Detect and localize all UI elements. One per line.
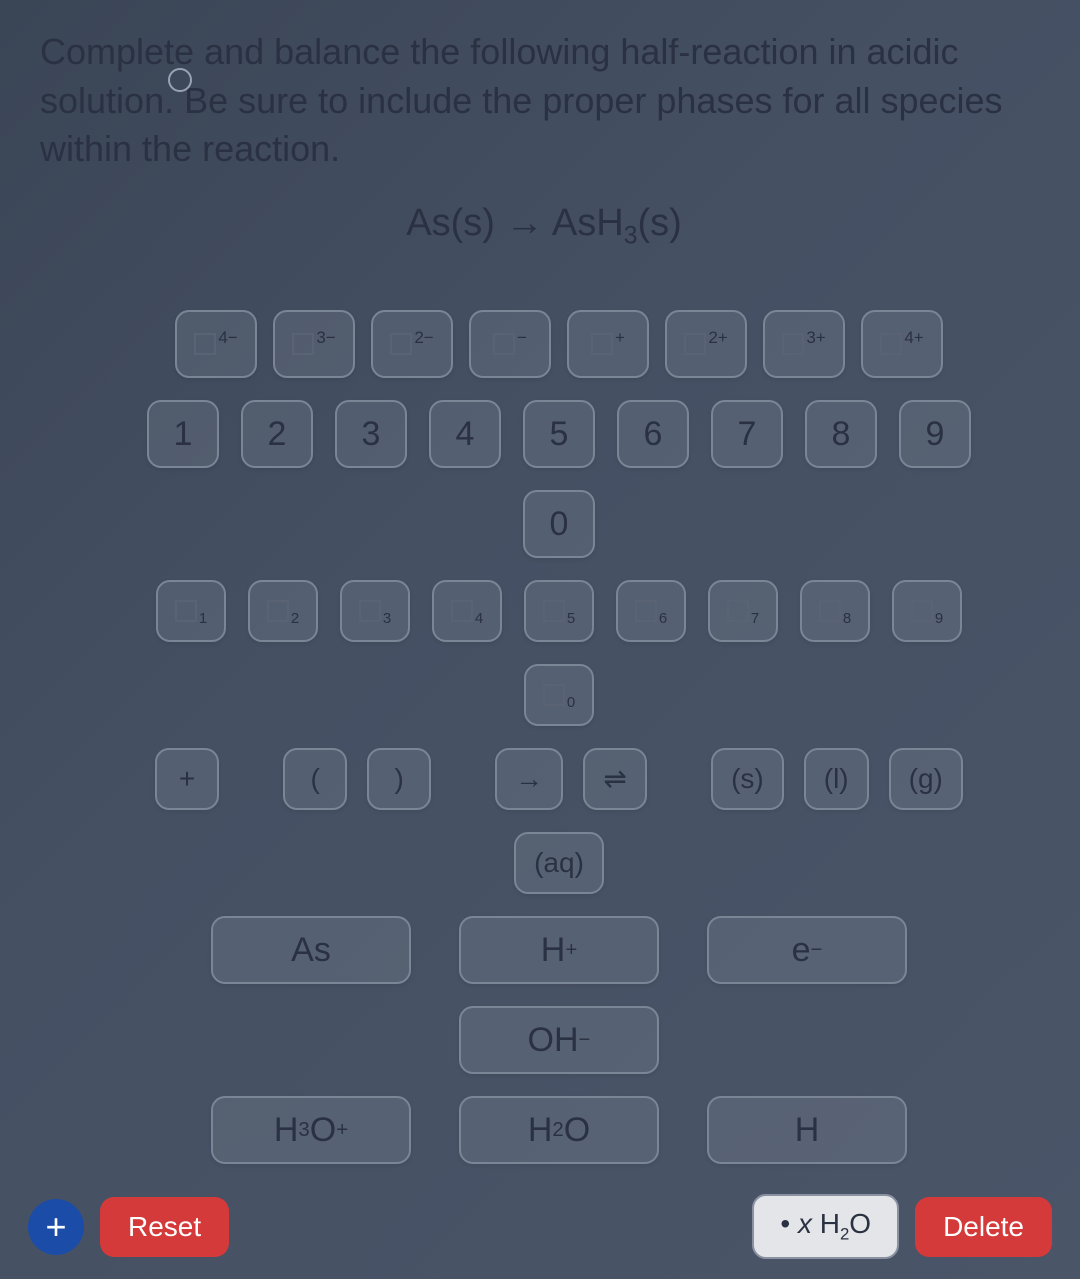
charge-minus[interactable]: −	[469, 310, 551, 378]
num-2[interactable]: 2	[241, 400, 313, 468]
num-3[interactable]: 3	[335, 400, 407, 468]
charge-3minus[interactable]: 3−	[273, 310, 355, 378]
charge-2plus[interactable]: 2+	[665, 310, 747, 378]
phase-l-button[interactable]: (l)	[804, 748, 869, 810]
num-5[interactable]: 5	[523, 400, 595, 468]
arrow-button[interactable]: →	[495, 748, 563, 810]
num-9[interactable]: 9	[899, 400, 971, 468]
equation-display: As(s) → AsH3(s)	[40, 202, 1048, 251]
species-h3o[interactable]: H3O+	[211, 1096, 411, 1164]
zero-row: 0	[130, 490, 988, 558]
sub-zero-row: 0	[130, 664, 988, 726]
phase-aq-button[interactable]: (aq)	[514, 832, 604, 894]
charge-4plus[interactable]: 4+	[861, 310, 943, 378]
num-0[interactable]: 0	[523, 490, 595, 558]
lparen-button[interactable]: (	[283, 748, 347, 810]
equilibrium-button[interactable]: ⇌	[583, 748, 647, 810]
cursor-highlight	[168, 68, 192, 92]
subscript-row: 1 2 3 4 5 6 7 8 9	[130, 580, 988, 642]
species-h[interactable]: H	[707, 1096, 907, 1164]
species-oh[interactable]: OH−	[459, 1006, 659, 1074]
species-h2o[interactable]: H2O	[459, 1096, 659, 1164]
num-6[interactable]: 6	[617, 400, 689, 468]
charge-2minus[interactable]: 2−	[371, 310, 453, 378]
input-panel: 4− 3− 2− − + 2+ 3+ 4+ 1 2 3 4 5 6 7 8 9 …	[40, 310, 1048, 1164]
sub-8[interactable]: 8	[800, 580, 870, 642]
delete-button[interactable]: Delete	[915, 1197, 1052, 1257]
num-4[interactable]: 4	[429, 400, 501, 468]
reset-button[interactable]: Reset	[100, 1197, 229, 1257]
species-electron[interactable]: e−	[707, 916, 907, 984]
sub-2[interactable]: 2	[248, 580, 318, 642]
sub-4[interactable]: 4	[432, 580, 502, 642]
sub-0[interactable]: 0	[524, 664, 594, 726]
question-text: Complete and balance the following half-…	[40, 28, 1048, 174]
hint-chip[interactable]: • x H2O	[752, 1194, 899, 1259]
charge-3plus[interactable]: 3+	[763, 310, 845, 378]
add-step-button[interactable]: +	[28, 1199, 84, 1255]
num-1[interactable]: 1	[147, 400, 219, 468]
bottom-bar: + Reset • x H2O Delete	[0, 1194, 1080, 1259]
rparen-button[interactable]: )	[367, 748, 431, 810]
number-row: 1 2 3 4 5 6 7 8 9	[130, 400, 988, 468]
species-row-1: As H+ e−	[130, 916, 988, 984]
charge-plus[interactable]: +	[567, 310, 649, 378]
species-row-2: OH−	[130, 1006, 988, 1074]
operators-row: + ( ) → ⇌ (s) (l) (g)	[130, 748, 988, 810]
sub-9[interactable]: 9	[892, 580, 962, 642]
plus-button[interactable]: +	[155, 748, 219, 810]
aq-row: (aq)	[130, 832, 988, 894]
sub-7[interactable]: 7	[708, 580, 778, 642]
phase-g-button[interactable]: (g)	[889, 748, 963, 810]
species-as[interactable]: As	[211, 916, 411, 984]
sub-1[interactable]: 1	[156, 580, 226, 642]
num-7[interactable]: 7	[711, 400, 783, 468]
phase-s-button[interactable]: (s)	[711, 748, 784, 810]
charge-4minus[interactable]: 4−	[175, 310, 257, 378]
species-hplus[interactable]: H+	[459, 916, 659, 984]
superscript-row: 4− 3− 2− − + 2+ 3+ 4+	[130, 310, 988, 378]
species-row-3: H3O+ H2O H	[130, 1096, 988, 1164]
sub-3[interactable]: 3	[340, 580, 410, 642]
sub-6[interactable]: 6	[616, 580, 686, 642]
num-8[interactable]: 8	[805, 400, 877, 468]
sub-5[interactable]: 5	[524, 580, 594, 642]
